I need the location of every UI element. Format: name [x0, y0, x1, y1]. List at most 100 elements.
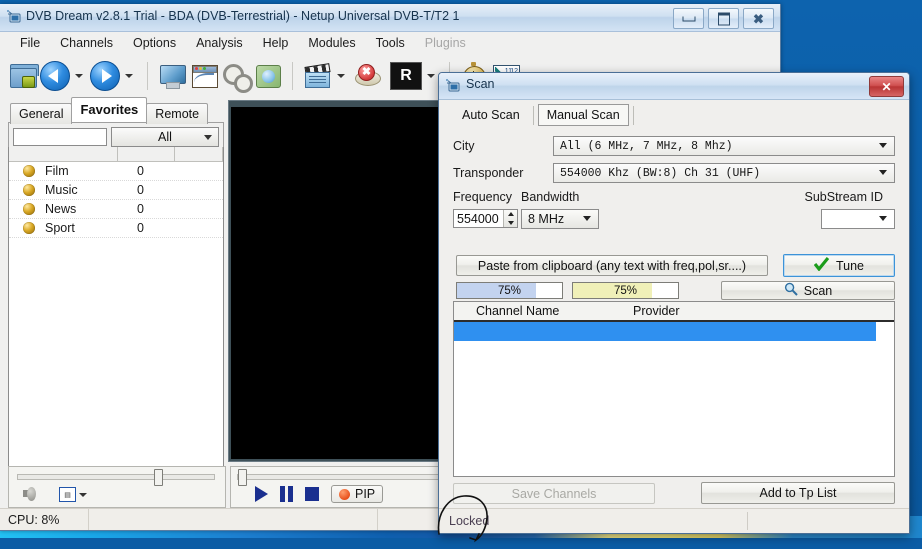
list-item-label: Sport [45, 221, 75, 235]
list-item[interactable]: Music 0 [9, 181, 223, 200]
chevron-down-icon[interactable] [427, 74, 435, 78]
back-button[interactable] [40, 61, 88, 91]
scan-list-row-selected[interactable] [454, 322, 876, 341]
monitor-button[interactable] [157, 61, 187, 91]
list-item[interactable]: Film 0 [9, 162, 223, 181]
tab-separator [632, 105, 634, 125]
tab-general[interactable]: General [10, 103, 73, 124]
scan-label: Scan [803, 283, 833, 298]
tune-label: Tune [835, 258, 865, 273]
list-item-count: 0 [137, 202, 144, 216]
column-header-provider[interactable]: Provider [633, 304, 680, 318]
chevron-down-icon[interactable] [75, 74, 83, 78]
frequency-value[interactable]: 554000 [454, 212, 503, 226]
chevron-down-icon [879, 170, 887, 175]
play-button[interactable] [255, 486, 268, 502]
menu-item-help[interactable]: Help [253, 34, 299, 52]
list-item[interactable]: Sport 0 [9, 219, 223, 238]
add-to-tp-list-button[interactable]: Add to Tp List [701, 482, 895, 504]
app-icon [6, 9, 22, 25]
volume-slider-thumb[interactable] [154, 469, 163, 486]
chevron-down-icon [583, 216, 591, 221]
monitor-icon [157, 61, 187, 91]
picture-button[interactable] [253, 61, 283, 91]
forward-arrow-icon [90, 61, 120, 91]
frequency-stepper[interactable]: 554000 [453, 209, 518, 228]
pip-label: PIP [355, 487, 376, 501]
list-item-label: News [45, 202, 77, 216]
paste-from-clipboard-button[interactable]: Paste from clipboard (any text with freq… [456, 255, 768, 276]
tab-remote[interactable]: Remote [146, 103, 209, 124]
chevron-down-icon[interactable] [337, 74, 345, 78]
forward-button[interactable] [90, 61, 138, 91]
tab-favorites[interactable]: Favorites [71, 97, 148, 122]
open-folder-button[interactable] [8, 61, 39, 91]
bandwidth-select[interactable]: 8 MHz [521, 209, 599, 229]
minimize-button[interactable] [673, 8, 704, 29]
favorites-list[interactable]: Film 0 Music 0 News 0 Sport 0 [8, 147, 224, 482]
scan-button[interactable]: Scan [721, 281, 895, 300]
speaker-icon[interactable] [21, 487, 37, 501]
substream-label: SubStream ID [804, 190, 883, 204]
chevron-down-icon[interactable] [125, 74, 133, 78]
maximize-icon [717, 12, 730, 25]
stop-button[interactable] [305, 487, 319, 501]
aspect-ratio-control[interactable]: ▤ [59, 487, 87, 502]
volume-slider[interactable] [17, 469, 215, 486]
channel-bullet-icon [23, 184, 35, 196]
status-cell-2 [89, 509, 378, 530]
transponder-select-value: 554000 Khz (BW:8) Ch 31 (UHF) [560, 166, 761, 180]
column-header-channel-name[interactable]: Channel Name [454, 304, 633, 318]
window-button[interactable] [189, 61, 219, 91]
close-icon: ✖ [753, 11, 764, 26]
list-item-count: 0 [137, 183, 144, 197]
close-button[interactable]: ✖ [743, 8, 774, 29]
recordings-button[interactable] [302, 61, 350, 91]
menu-item-channels[interactable]: Channels [50, 34, 123, 52]
status-divider [747, 512, 748, 530]
volume-controls-panel: ▤ [8, 466, 226, 508]
settings-button[interactable] [221, 61, 253, 93]
tab-auto-scan[interactable]: Auto Scan [453, 105, 529, 125]
pause-button[interactable] [280, 486, 293, 502]
list-item-label: Music [45, 183, 78, 197]
scan-close-button[interactable]: ✕ [869, 76, 904, 97]
substream-select[interactable] [821, 209, 895, 229]
pip-button[interactable]: PIP [331, 485, 384, 503]
search-input[interactable] [13, 128, 107, 146]
scan-dialog-titlebar[interactable]: Scan ✕ [439, 73, 909, 100]
minimize-icon [682, 16, 695, 21]
menu-item-options[interactable]: Options [123, 34, 186, 52]
seek-slider-thumb[interactable] [238, 469, 247, 486]
category-select[interactable]: All [111, 127, 219, 147]
list-item-count: 0 [137, 164, 144, 178]
back-arrow-icon [40, 61, 70, 91]
titlebar[interactable]: DVB Dream v2.8.1 Trial - BDA (DVB-Terres… [0, 4, 780, 32]
chevron-down-icon [879, 216, 887, 221]
maximize-button[interactable] [708, 8, 739, 29]
scan-results-list[interactable]: Channel Name Provider [453, 301, 895, 477]
frequency-increment-button[interactable] [504, 210, 517, 219]
list-item[interactable]: News 0 [9, 200, 223, 219]
bandwidth-select-value: 8 MHz [528, 212, 565, 226]
chevron-down-icon[interactable] [79, 492, 87, 497]
record-button[interactable]: R [390, 62, 440, 90]
close-icon: ✕ [881, 79, 892, 94]
panel-tabs: General Favorites Remote [8, 97, 224, 124]
city-select[interactable]: All (6 MHz, 7 MHz, 8 Mhz) [553, 136, 895, 156]
toolbar-separator [147, 62, 148, 90]
frequency-spin-buttons[interactable] [503, 210, 517, 227]
tab-separator [532, 105, 534, 125]
city-select-value: All (6 MHz, 7 MHz, 8 Mhz) [560, 139, 733, 153]
transponder-select[interactable]: 554000 Khz (BW:8) Ch 31 (UHF) [553, 163, 895, 183]
picture-icon [253, 61, 283, 91]
menu-item-file[interactable]: File [10, 34, 50, 52]
menu-item-modules[interactable]: Modules [298, 34, 365, 52]
menu-item-analysis[interactable]: Analysis [186, 34, 253, 52]
no-signal-button[interactable]: ✖ [352, 61, 382, 91]
frequency-decrement-button[interactable] [504, 219, 517, 228]
category-select-value: All [158, 130, 172, 144]
menu-item-tools[interactable]: Tools [366, 34, 415, 52]
tune-button[interactable]: Tune [783, 254, 895, 277]
tab-manual-scan[interactable]: Manual Scan [537, 104, 629, 126]
